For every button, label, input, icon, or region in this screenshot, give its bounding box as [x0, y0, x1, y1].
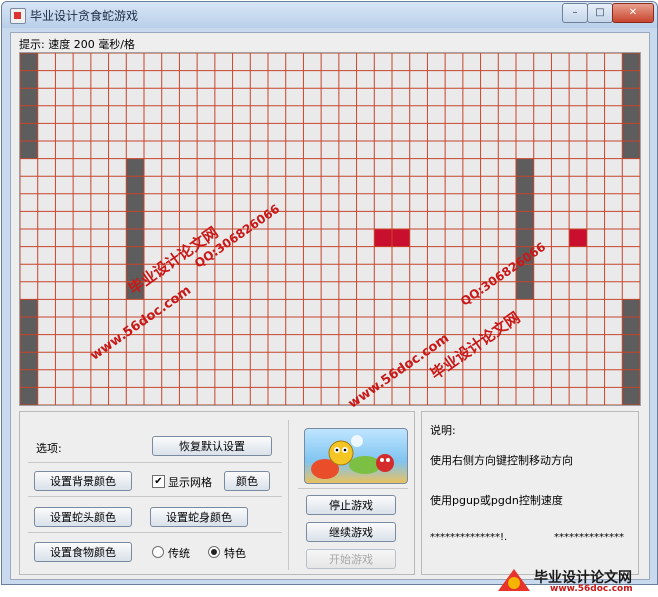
info-line-direction: 使用右侧方向键控制移动方向 — [430, 454, 573, 467]
wall-cell — [516, 176, 534, 194]
options-title: 选项: — [36, 442, 62, 455]
wall-cell — [20, 334, 38, 353]
options-panel: 选项: 恢复默认设置 设置背景颜色 ✔ 显示网格 颜色 设置蛇头颜色 设置蛇身颜… — [19, 411, 415, 575]
info-panel: 说明: 使用右侧方向键控制移动方向 使用pgup或pgdn控制速度 ******… — [421, 411, 639, 575]
body-color-button[interactable]: 设置蛇身颜色 — [150, 507, 248, 527]
wall-cell — [20, 70, 38, 89]
board-canvas — [20, 53, 640, 405]
reset-defaults-button[interactable]: 恢复默认设置 — [152, 436, 272, 456]
info-stars-left: **************!. — [430, 532, 508, 543]
divider — [288, 420, 289, 570]
wall-cell — [622, 53, 640, 71]
app-icon — [10, 8, 26, 24]
wall-cell — [622, 70, 640, 89]
wall-cell — [126, 211, 144, 229]
food-cell — [569, 229, 587, 247]
divider — [298, 488, 408, 489]
wall-cell — [622, 369, 640, 388]
food-cell — [392, 229, 410, 247]
continue-game-button[interactable]: 继续游戏 — [306, 522, 396, 542]
footer-site-url: www.56doc.com — [550, 584, 633, 594]
wall-cell — [622, 352, 640, 370]
show-grid-label: 显示网格 — [168, 476, 212, 489]
head-color-button[interactable]: 设置蛇头颜色 — [34, 507, 132, 527]
app-window: 毕业设计贪食蛇游戏 – □ ✕ 提示: 速度 200 毫秒/格 选项: 恢复默认… — [1, 1, 658, 585]
radio-traditional[interactable] — [152, 546, 164, 558]
divider — [28, 496, 282, 497]
wall-cell — [20, 387, 38, 405]
grid-color-button[interactable]: 颜色 — [224, 471, 270, 491]
main-panel: 提示: 速度 200 毫秒/格 选项: 恢复默认设置 设置背景颜色 ✔ 显示网格… — [10, 32, 650, 580]
game-logo-image — [304, 428, 408, 484]
wall-cell — [516, 211, 534, 229]
radio-special[interactable] — [208, 546, 220, 558]
radio-special-label: 特色 — [224, 547, 246, 560]
wall-cell — [516, 158, 534, 177]
wall-cell — [126, 193, 144, 212]
close-button[interactable]: ✕ — [612, 3, 654, 23]
wall-cell — [20, 317, 38, 335]
wall-cell — [622, 88, 640, 106]
wall-cell — [20, 105, 38, 124]
wall-cell — [126, 176, 144, 194]
radio-traditional-label: 传统 — [168, 547, 190, 560]
bg-color-button[interactable]: 设置背景颜色 — [34, 471, 132, 491]
start-game-button[interactable]: 开始游戏 — [306, 549, 396, 569]
wall-cell — [516, 229, 534, 247]
divider — [28, 532, 282, 533]
game-board[interactable] — [19, 52, 641, 406]
wall-cell — [20, 53, 38, 71]
speed-hint: 提示: 速度 200 毫秒/格 — [19, 38, 135, 51]
wall-cell — [516, 281, 534, 300]
footer-watermark-logo: 毕业设计论文网 www.56doc.com — [494, 565, 656, 595]
wall-cell — [622, 141, 640, 159]
wall-cell — [20, 88, 38, 106]
wall-cell — [622, 299, 640, 317]
stop-game-button[interactable]: 停止游戏 — [306, 495, 396, 515]
info-stars-right: ************** — [554, 532, 624, 543]
info-title: 说明: — [430, 424, 456, 437]
wall-cell — [622, 387, 640, 405]
wall-cell — [516, 193, 534, 212]
title-bar: 毕业设计贪食蛇游戏 – □ ✕ — [2, 2, 657, 28]
wall-cell — [622, 123, 640, 141]
divider — [28, 462, 282, 463]
wall-cell — [20, 299, 38, 317]
info-line-speed: 使用pgup或pgdn控制速度 — [430, 494, 563, 507]
wall-cell — [20, 369, 38, 388]
wall-cell — [20, 123, 38, 141]
food-cell — [374, 229, 392, 247]
window-title: 毕业设计贪食蛇游戏 — [30, 9, 139, 23]
minimize-button[interactable]: – — [562, 3, 588, 23]
wall-cell — [20, 352, 38, 370]
wall-cell — [20, 141, 38, 159]
wall-cell — [622, 334, 640, 353]
food-color-button[interactable]: 设置食物颜色 — [34, 542, 132, 562]
wall-cell — [126, 158, 144, 177]
wall-cell — [622, 317, 640, 335]
wall-cell — [126, 229, 144, 247]
maximize-button[interactable]: □ — [587, 3, 613, 23]
footer-logo-icon — [498, 569, 530, 591]
wall-cell — [622, 105, 640, 124]
show-grid-checkbox[interactable]: ✔ — [152, 475, 165, 488]
wall-cell — [126, 246, 144, 265]
